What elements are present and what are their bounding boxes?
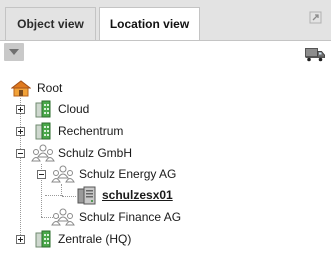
tree-node-label: Cloud <box>58 102 90 116</box>
tree-node-schulz-finance-ag[interactable]: Schulz Finance AG <box>0 207 331 227</box>
tree-node-label: Zentrale (HQ) <box>58 232 132 246</box>
tree-node-label: Schulz Energy AG <box>79 167 177 181</box>
expand-toggle-icon[interactable] <box>16 105 25 114</box>
collapse-toggle-icon[interactable] <box>16 149 25 158</box>
tree-node-label: Schulz GmbH <box>58 146 133 160</box>
tree-node-schulz-gmbh[interactable]: Schulz GmbH <box>0 143 331 163</box>
tree-node-label: Root <box>37 81 63 95</box>
tree-node-label-selected: schulzesx01 <box>102 188 173 202</box>
tree-node-label: Schulz Finance AG <box>79 210 182 224</box>
tree-node-zentrale-hq[interactable]: Zentrale (HQ) <box>0 229 331 249</box>
tree-node-rechentrum[interactable]: Rechentrum <box>0 121 331 141</box>
collapse-toggle-icon[interactable] <box>37 170 46 179</box>
building-icon <box>35 230 51 254</box>
expand-toggle-icon[interactable] <box>16 127 25 136</box>
location-tree: Root Cloud Rechentrum Schulz GmbH Schulz… <box>0 0 331 262</box>
tree-node-schulz-energy-ag[interactable]: Schulz Energy AG <box>0 164 331 184</box>
tree-node-root[interactable]: Root <box>0 78 331 98</box>
tree-node-schulzesx01[interactable]: schulzesx01 <box>0 185 331 205</box>
tree-node-cloud[interactable]: Cloud <box>0 99 331 119</box>
tree-node-label: Rechentrum <box>58 124 124 138</box>
expand-toggle-icon[interactable] <box>16 235 25 244</box>
